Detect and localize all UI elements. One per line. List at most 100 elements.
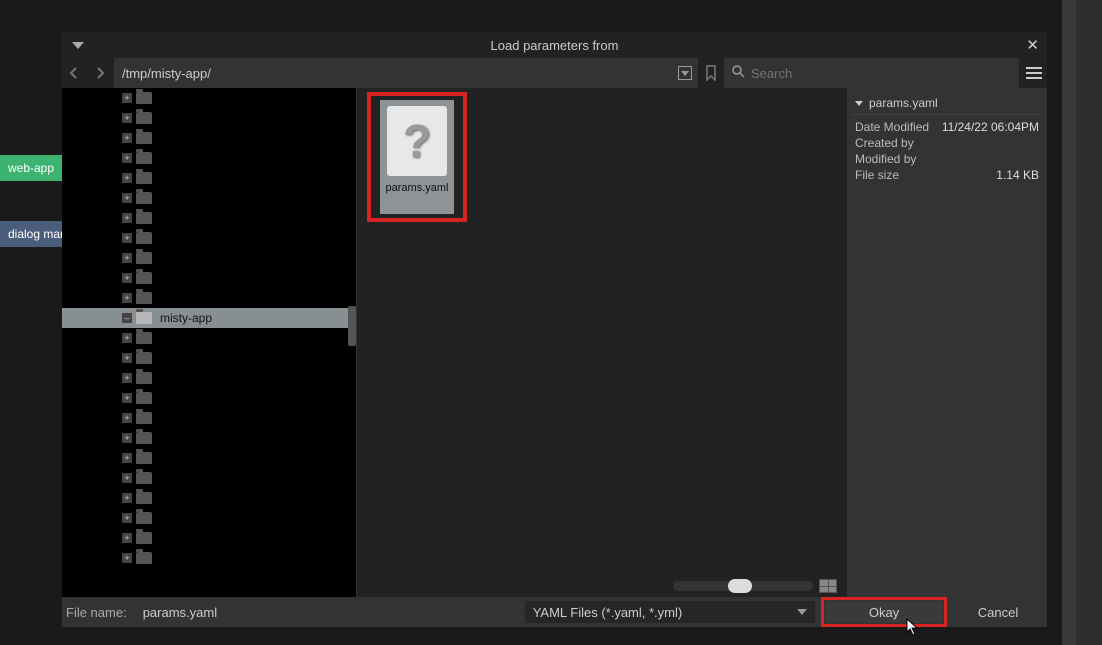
expand-icon[interactable]: +	[122, 253, 132, 263]
filetype-filter[interactable]: YAML Files (*.yaml, *.yml)	[525, 601, 815, 623]
okay-button[interactable]: Okay	[825, 601, 943, 623]
folder-icon	[136, 332, 152, 344]
expand-icon[interactable]: +	[122, 153, 132, 163]
folder-open-icon	[136, 312, 152, 324]
expand-icon[interactable]: +	[122, 373, 132, 383]
titlebar: Load parameters from ✕	[62, 32, 1047, 58]
table-row[interactable]: +	[62, 88, 356, 108]
okay-highlight: Okay	[821, 597, 947, 627]
filename-input[interactable]	[139, 601, 519, 624]
expand-icon[interactable]: +	[122, 113, 132, 123]
folder-icon	[136, 92, 152, 104]
table-row[interactable]: +	[62, 408, 356, 428]
expand-icon[interactable]: +	[122, 533, 132, 543]
tree-row-selected[interactable]: – misty-app	[62, 308, 356, 328]
chevron-down-icon	[855, 101, 863, 106]
table-row[interactable]: +	[62, 188, 356, 208]
table-row[interactable]: +	[62, 268, 356, 288]
expand-icon[interactable]: +	[122, 213, 132, 223]
table-row[interactable]: +	[62, 528, 356, 548]
path-input[interactable]: /tmp/misty-app/	[114, 58, 698, 88]
table-row[interactable]: +	[62, 488, 356, 508]
expand-icon[interactable]: +	[122, 273, 132, 283]
expand-icon[interactable]: +	[122, 473, 132, 483]
folder-icon	[136, 512, 152, 524]
file-grid[interactable]: params.yaml	[357, 88, 847, 597]
table-row[interactable]: +	[62, 328, 356, 348]
dialog-title: Load parameters from	[491, 38, 619, 53]
search-icon	[732, 65, 745, 81]
table-row[interactable]: +	[62, 128, 356, 148]
details-panel: params.yaml Date Modified 11/24/22 06:04…	[847, 88, 1047, 597]
file-dialog: Load parameters from ✕ /tmp/misty-app/	[62, 32, 1047, 627]
expand-icon[interactable]: +	[122, 433, 132, 443]
table-row[interactable]: +	[62, 248, 356, 268]
filter-text: YAML Files (*.yaml, *.yml)	[533, 605, 683, 620]
folder-icon	[136, 132, 152, 144]
path-text: /tmp/misty-app/	[122, 66, 211, 81]
table-row[interactable]: +	[62, 228, 356, 248]
table-row[interactable]: +	[62, 388, 356, 408]
table-row[interactable]: +	[62, 288, 356, 308]
expand-icon[interactable]: +	[122, 173, 132, 183]
tree-label: misty-app	[160, 311, 212, 325]
bottom-bar: File name: YAML Files (*.yaml, *.yml) Ok…	[62, 597, 1047, 627]
bookmark-icon[interactable]	[700, 58, 722, 88]
nav-back-button[interactable]	[62, 58, 86, 88]
grid-view-icon[interactable]	[819, 579, 837, 593]
expand-icon[interactable]: +	[122, 233, 132, 243]
expand-icon[interactable]: +	[122, 333, 132, 343]
table-row[interactable]: +	[62, 468, 356, 488]
folder-icon	[136, 452, 152, 464]
path-history-icon[interactable]	[678, 66, 692, 80]
table-row[interactable]: +	[62, 368, 356, 388]
expand-icon[interactable]: +	[122, 93, 132, 103]
expand-icon[interactable]: +	[122, 193, 132, 203]
bg-tab-dialog[interactable]: dialog man	[0, 221, 62, 247]
expand-icon[interactable]: +	[122, 493, 132, 503]
expand-icon[interactable]: +	[122, 353, 132, 363]
folder-tree[interactable]: + + + + + + + + + + + – misty-app + + + …	[62, 88, 357, 597]
expand-icon[interactable]: +	[122, 453, 132, 463]
zoom-slider[interactable]	[673, 581, 813, 591]
expand-icon[interactable]: +	[122, 133, 132, 143]
folder-icon	[136, 492, 152, 504]
expand-icon[interactable]: +	[122, 513, 132, 523]
tree-scrollbar[interactable]	[348, 306, 356, 346]
toolbar: /tmp/misty-app/	[62, 58, 1047, 88]
table-row[interactable]: +	[62, 168, 356, 188]
folder-icon	[136, 412, 152, 424]
folder-icon	[136, 172, 152, 184]
bg-tab-webapp[interactable]: web-app	[0, 155, 62, 181]
hamburger-menu-button[interactable]	[1021, 58, 1047, 88]
table-row[interactable]: +	[62, 548, 356, 568]
search-input[interactable]	[724, 58, 1019, 88]
table-row[interactable]: +	[62, 428, 356, 448]
cancel-button[interactable]: Cancel	[953, 601, 1043, 623]
nav-forward-button[interactable]	[88, 58, 112, 88]
expand-icon[interactable]: +	[122, 553, 132, 563]
folder-icon	[136, 372, 152, 384]
folder-icon	[136, 432, 152, 444]
table-row[interactable]: +	[62, 508, 356, 528]
expand-icon[interactable]: +	[122, 393, 132, 403]
unknown-file-icon	[387, 106, 447, 176]
details-header[interactable]: params.yaml	[853, 92, 1041, 115]
folder-icon	[136, 292, 152, 304]
search-text[interactable]	[751, 66, 1011, 81]
table-row[interactable]: +	[62, 148, 356, 168]
folder-icon	[136, 552, 152, 564]
table-row[interactable]: +	[62, 208, 356, 228]
close-icon[interactable]: ✕	[1026, 36, 1039, 54]
detail-modified-by: Modified by	[853, 151, 1041, 167]
folder-icon	[136, 472, 152, 484]
table-row[interactable]: +	[62, 448, 356, 468]
detail-created-by: Created by	[853, 135, 1041, 151]
file-item[interactable]: params.yaml	[380, 100, 454, 214]
title-dropdown-icon[interactable]	[72, 42, 84, 49]
collapse-icon[interactable]: –	[122, 313, 132, 323]
expand-icon[interactable]: +	[122, 293, 132, 303]
expand-icon[interactable]: +	[122, 413, 132, 423]
table-row[interactable]: +	[62, 108, 356, 128]
table-row[interactable]: +	[62, 348, 356, 368]
